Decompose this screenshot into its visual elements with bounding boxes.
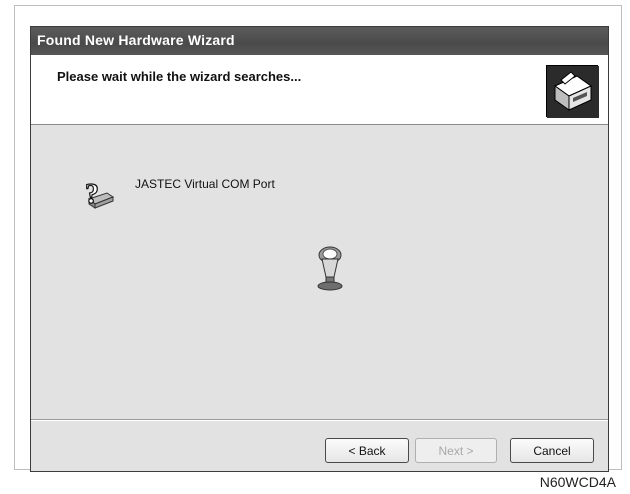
svg-text:?: ? — [85, 179, 99, 210]
device-name: JASTEC Virtual COM Port — [135, 177, 275, 191]
wizard-header: Please wait while the wizard searches... — [31, 55, 608, 125]
device-row: ? JASTEC Virtual COM Port — [79, 177, 379, 217]
window-title: Found New Hardware Wizard — [37, 32, 235, 48]
title-bar[interactable]: Found New Hardware Wizard — [31, 27, 608, 55]
back-button[interactable]: < Back — [325, 438, 409, 463]
wizard-window: Found New Hardware Wizard Please wait wh… — [30, 26, 609, 472]
figure-caption: N60WCD4A — [539, 474, 616, 490]
hardware-wizard-icon — [546, 65, 599, 118]
next-button[interactable]: Next > — [415, 438, 497, 463]
searching-flashlight-icon — [310, 243, 350, 291]
header-title: Please wait while the wizard searches... — [57, 69, 302, 84]
cancel-button[interactable]: Cancel — [510, 438, 594, 463]
question-mark-device-icon: ? — [79, 177, 119, 217]
footer-divider — [31, 419, 608, 420]
